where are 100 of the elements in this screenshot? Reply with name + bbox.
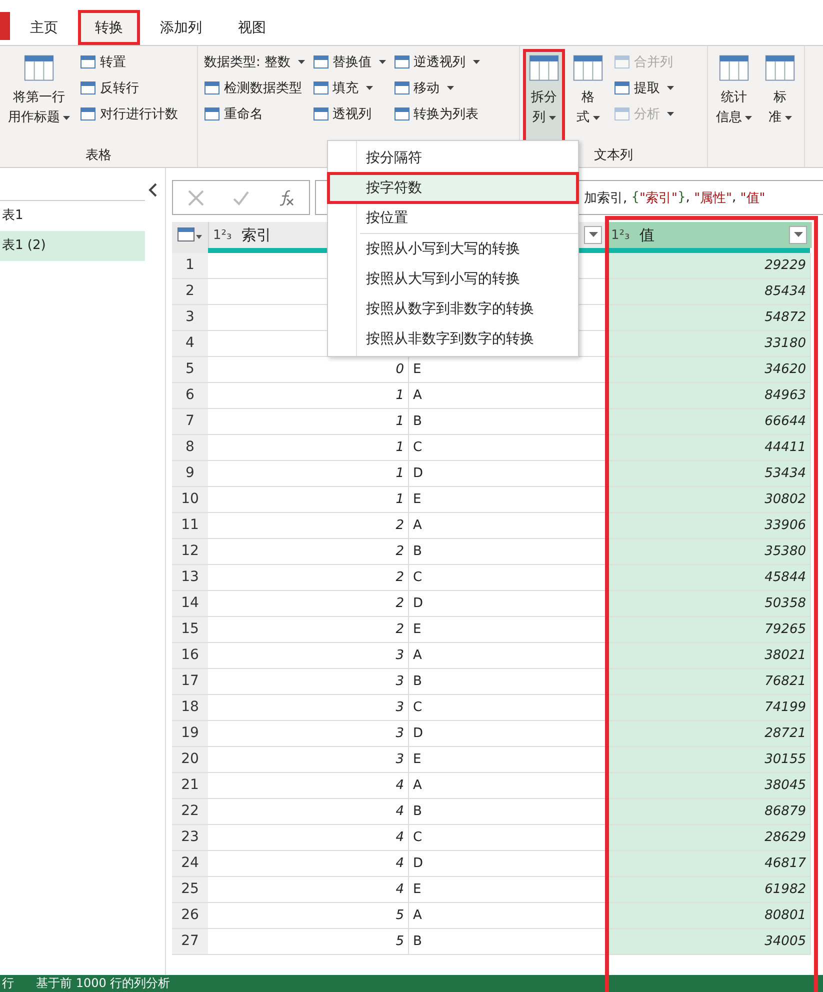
table-cell: C bbox=[413, 830, 422, 845]
table-cell: 46817 bbox=[764, 856, 806, 871]
row-number: 25 bbox=[172, 877, 208, 903]
row-number: 7 bbox=[172, 409, 208, 435]
table-cell: 28629 bbox=[764, 830, 806, 845]
table-cell: D bbox=[413, 856, 424, 871]
table-cell: D bbox=[413, 466, 424, 481]
table-cell: C bbox=[413, 440, 422, 455]
table-cell: 1 bbox=[396, 440, 404, 455]
group-label: 表格 bbox=[86, 148, 112, 163]
table-cell: 4 bbox=[396, 830, 404, 845]
table-cell: D bbox=[413, 596, 424, 611]
table-cell: E bbox=[413, 362, 422, 377]
table-cell: 4 bbox=[396, 804, 404, 819]
table-cell: E bbox=[413, 492, 422, 507]
table-cell: 79265 bbox=[764, 622, 806, 637]
table-cell: A bbox=[413, 778, 422, 793]
row-number: 14 bbox=[172, 591, 208, 617]
table-cell: 38021 bbox=[764, 648, 806, 663]
table-cell: C bbox=[413, 570, 422, 585]
table-cell: D bbox=[413, 726, 424, 741]
row-number: 26 bbox=[172, 903, 208, 929]
row-number: 23 bbox=[172, 825, 208, 851]
table-cell: 28721 bbox=[764, 726, 806, 741]
group-label: 文本列 bbox=[594, 148, 633, 163]
table-cell: 80801 bbox=[764, 908, 806, 923]
table-cell: B bbox=[413, 544, 422, 559]
table-cell: 61982 bbox=[764, 882, 806, 897]
table-cell: 34005 bbox=[764, 934, 806, 949]
row-number: 21 bbox=[172, 773, 208, 799]
table-cell: 34620 bbox=[764, 362, 806, 377]
table-cell: 33906 bbox=[764, 518, 806, 533]
table-cell: 44411 bbox=[764, 440, 806, 455]
table-cell: 84963 bbox=[764, 388, 806, 403]
table-cell: 5 bbox=[396, 934, 404, 949]
table-cell: 1 bbox=[396, 388, 404, 403]
table-cell: 3 bbox=[396, 674, 404, 689]
table-cell: A bbox=[413, 518, 422, 533]
table-cell: 50358 bbox=[764, 596, 806, 611]
table-cell: 45844 bbox=[764, 570, 806, 585]
table-cell: 1 bbox=[396, 492, 404, 507]
table-cell: 54872 bbox=[764, 310, 806, 325]
table-cell: 2 bbox=[396, 570, 404, 585]
table-cell: 1 bbox=[396, 466, 404, 481]
table-cell: 2 bbox=[396, 622, 404, 637]
table-cell: 4 bbox=[396, 882, 404, 897]
row-number: 2 bbox=[172, 279, 208, 305]
table-cell: 3 bbox=[396, 726, 404, 741]
row-number: 1 bbox=[172, 253, 208, 279]
row-number: 19 bbox=[172, 721, 208, 747]
row-number: 20 bbox=[172, 747, 208, 773]
table-cell: 53434 bbox=[764, 466, 806, 481]
table-cell: 0 bbox=[396, 362, 404, 377]
table-cell: 4 bbox=[396, 856, 404, 871]
table-cell: E bbox=[413, 752, 422, 767]
row-number: 4 bbox=[172, 331, 208, 357]
row-number: 9 bbox=[172, 461, 208, 487]
table-cell: A bbox=[413, 388, 422, 403]
row-number: 16 bbox=[172, 643, 208, 669]
table-cell: 2 bbox=[396, 544, 404, 559]
row-number: 3 bbox=[172, 305, 208, 331]
table-cell: B bbox=[413, 804, 422, 819]
table-cell: 4 bbox=[396, 778, 404, 793]
row-number: 13 bbox=[172, 565, 208, 591]
table-cell: 86879 bbox=[764, 804, 806, 819]
table-cell: 76821 bbox=[764, 674, 806, 689]
table-cell: 30802 bbox=[764, 492, 806, 507]
table-cell: B bbox=[413, 414, 422, 429]
table-cell: 35380 bbox=[764, 544, 806, 559]
row-number: 8 bbox=[172, 435, 208, 461]
table-cell: 3 bbox=[396, 752, 404, 767]
status-text: 行 bbox=[2, 975, 14, 992]
row-number: 22 bbox=[172, 799, 208, 825]
table-cell: 1 bbox=[396, 414, 404, 429]
table-cell: B bbox=[413, 674, 422, 689]
table-cell: C bbox=[413, 700, 422, 715]
table-cell: B bbox=[413, 934, 422, 949]
table-cell: 30155 bbox=[764, 752, 806, 767]
table-cell: A bbox=[413, 908, 422, 923]
row-number: 12 bbox=[172, 539, 208, 565]
table-cell: 74199 bbox=[764, 700, 806, 715]
row-number: 27 bbox=[172, 929, 208, 955]
row-number: 24 bbox=[172, 851, 208, 877]
table-cell: 3 bbox=[396, 700, 404, 715]
table-cell: 33180 bbox=[764, 336, 806, 351]
table-cell: E bbox=[413, 622, 422, 637]
row-number: 17 bbox=[172, 669, 208, 695]
table-cell: 66644 bbox=[764, 414, 806, 429]
table-cell: 29229 bbox=[764, 258, 806, 273]
table-cell: 3 bbox=[396, 648, 404, 663]
row-number: 18 bbox=[172, 695, 208, 721]
table-cell: 5 bbox=[396, 908, 404, 923]
row-number: 15 bbox=[172, 617, 208, 643]
row-number: 6 bbox=[172, 383, 208, 409]
row-number: 11 bbox=[172, 513, 208, 539]
table-cell: 2 bbox=[396, 518, 404, 533]
status-text: 基于前 1000 行的列分析 bbox=[36, 975, 170, 992]
table-cell: 2 bbox=[396, 596, 404, 611]
row-number: 5 bbox=[172, 357, 208, 383]
table-cell: 85434 bbox=[764, 284, 806, 299]
